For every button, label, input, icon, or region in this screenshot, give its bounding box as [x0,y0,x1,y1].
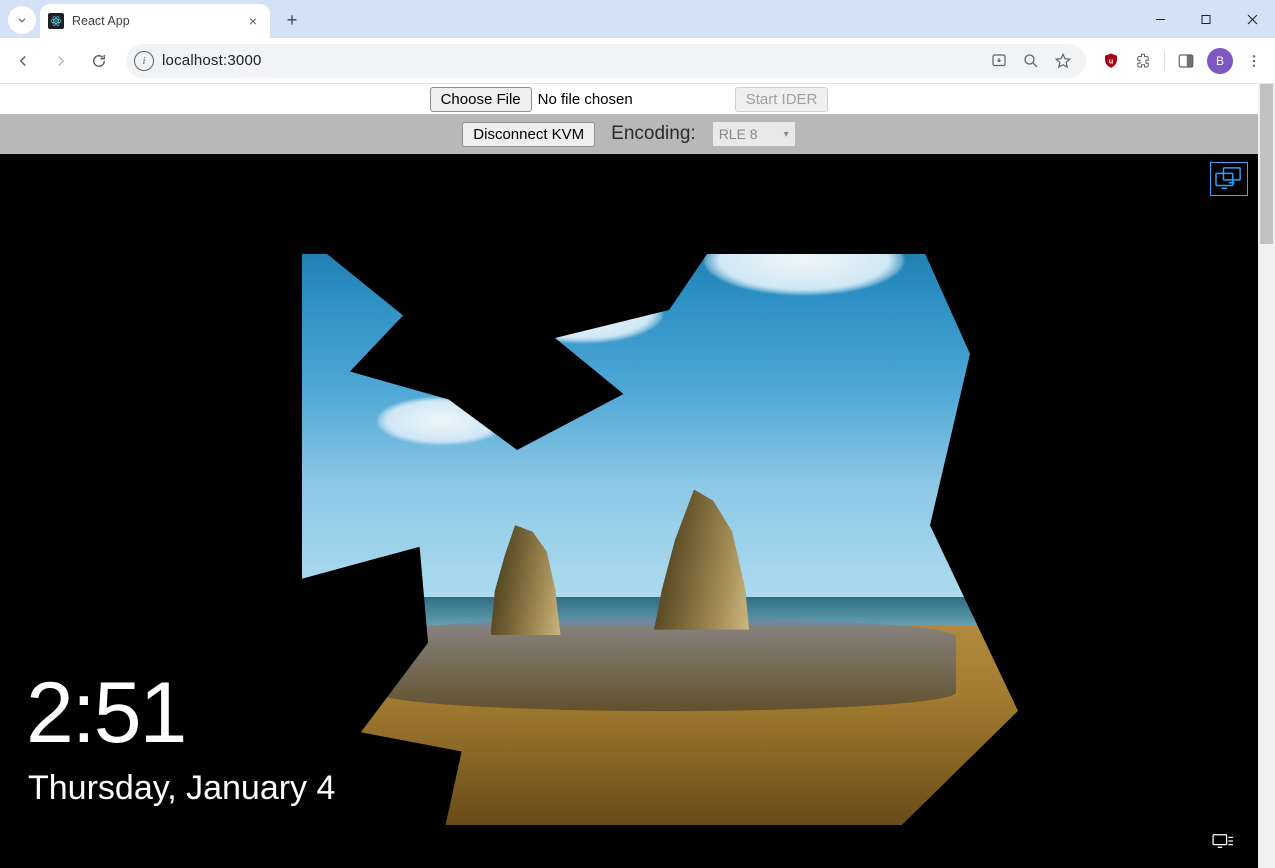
profile-initial: B [1216,54,1224,68]
install-app-icon[interactable] [984,46,1014,76]
toolbar-separator [1164,51,1165,71]
page-viewport: Choose File No file chosen Start IDER Di… [0,84,1275,868]
file-toolbar: Choose File No file chosen Start IDER [0,84,1258,114]
svg-text:u: u [1109,56,1114,65]
chrome-menu-icon[interactable] [1239,46,1269,76]
file-status-text: No file chosen [538,91,633,108]
browser-toolbar: i localhost:3000 u B [0,38,1275,84]
extension-area: u B [1096,46,1269,76]
lockscreen-time: 2:51 [26,664,185,763]
encoding-label: Encoding: [611,123,696,145]
side-panel-icon[interactable] [1171,46,1201,76]
remote-desktop-view: 2:51 Thursday, January 4 [0,154,1258,868]
vertical-scrollbar[interactable] [1258,84,1275,868]
profile-avatar[interactable]: B [1207,48,1233,74]
choose-file-button[interactable]: Choose File [430,87,532,112]
window-close-button[interactable] [1229,0,1275,38]
tab-search-button[interactable] [8,6,36,34]
reload-button[interactable] [82,44,116,78]
react-favicon [48,13,64,29]
new-tab-button[interactable]: + [278,6,306,34]
back-button[interactable] [6,44,40,78]
kvm-screen[interactable]: 2:51 Thursday, January 4 [0,154,1258,868]
browser-tabstrip: React App × + [0,0,1275,38]
encoding-select[interactable]: RLE 8 ▾ [712,121,796,147]
window-controls [1137,0,1275,38]
window-maximize-button[interactable] [1183,0,1229,38]
disconnect-kvm-button[interactable]: Disconnect KVM [462,122,595,147]
chevron-down-icon: ▾ [784,129,789,140]
encoding-value: RLE 8 [719,126,758,142]
remote-session-icon [1210,162,1248,196]
site-info-icon[interactable]: i [134,51,154,71]
browser-tab[interactable]: React App × [40,4,270,38]
ublock-icon[interactable]: u [1096,46,1126,76]
bookmark-icon[interactable] [1048,46,1078,76]
start-ider-button: Start IDER [735,87,829,112]
lockscreen-wallpaper [0,154,1258,868]
forward-button[interactable] [44,44,78,78]
url-text: localhost:3000 [162,52,262,69]
extensions-icon[interactable] [1128,46,1158,76]
zoom-icon[interactable] [1016,46,1046,76]
omnibox-actions [984,46,1078,76]
window-minimize-button[interactable] [1137,0,1183,38]
kvm-toolbar: Disconnect KVM Encoding: RLE 8 ▾ [0,114,1258,154]
page-content: Choose File No file chosen Start IDER Di… [0,84,1258,868]
address-bar[interactable]: i localhost:3000 [126,44,1086,78]
network-icon [1212,832,1234,850]
scrollbar-thumb[interactable] [1260,84,1273,244]
lockscreen-date: Thursday, January 4 [28,769,335,808]
tab-title: React App [72,14,236,28]
tab-close-icon[interactable]: × [244,13,262,29]
